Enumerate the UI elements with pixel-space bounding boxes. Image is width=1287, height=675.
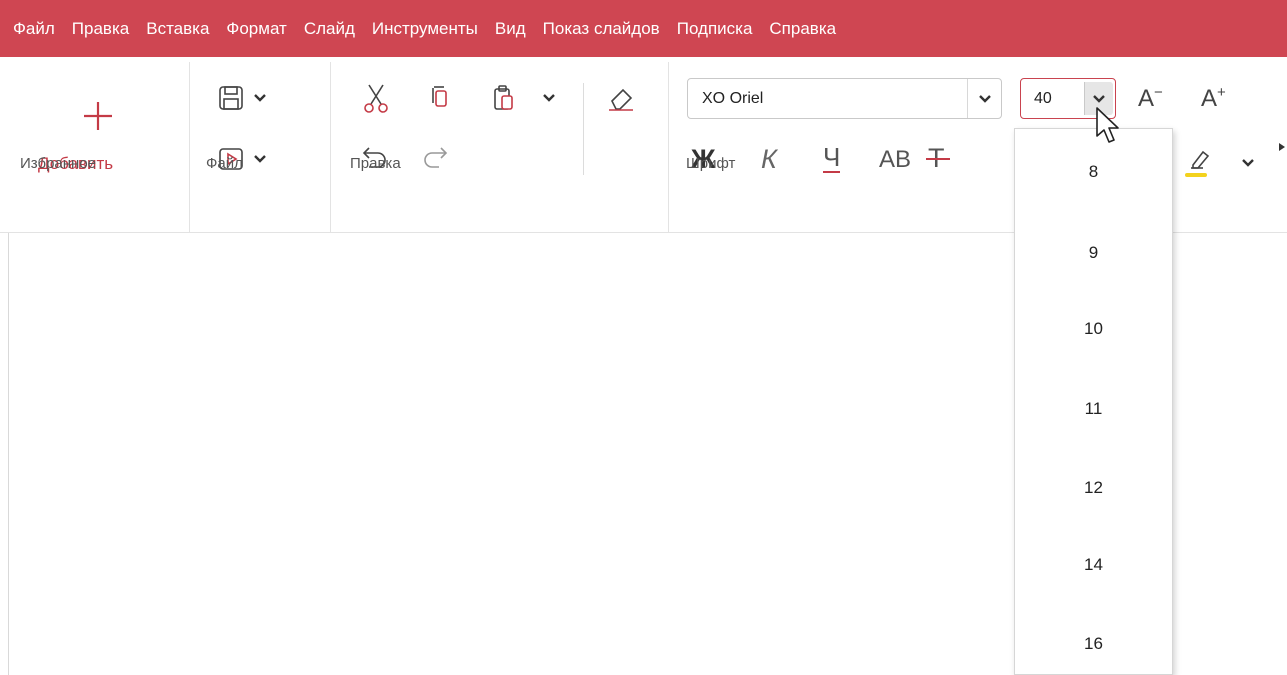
menu-format[interactable]: Формат — [226, 19, 286, 39]
group-label-edit: Правка — [350, 155, 401, 172]
menu-file[interactable]: Файл — [13, 19, 55, 39]
scissors-icon — [364, 84, 388, 113]
group-divider — [330, 62, 331, 233]
clear-format-button[interactable] — [605, 82, 637, 114]
font-size-dropdown-list: 8 9 10 11 12 14 16 — [1014, 128, 1173, 675]
font-size-value: 40 — [1034, 89, 1052, 107]
group-label-font: Шрифт — [686, 155, 736, 172]
slide-panel-border — [8, 233, 9, 675]
eraser-icon — [609, 88, 633, 111]
paste-dropdown[interactable] — [539, 88, 559, 108]
decrease-font-label: A — [1138, 85, 1155, 112]
underline-button[interactable]: Ч — [823, 144, 841, 173]
menu-bar: Файл Правка Вставка Формат Слайд Инструм… — [0, 0, 1287, 57]
group-divider — [189, 62, 190, 233]
group-label-file: Файл — [206, 155, 243, 172]
menu-subscription[interactable]: Подписка — [677, 19, 753, 39]
strike-line — [926, 158, 950, 160]
separator — [583, 83, 584, 175]
font-size-option[interactable]: 11 — [1015, 399, 1172, 419]
group-label-favorites: Избранное — [20, 155, 97, 172]
menu-edit[interactable]: Правка — [72, 19, 129, 39]
highlight-dropdown[interactable] — [1238, 153, 1258, 173]
clipboard-icon — [494, 85, 513, 110]
increase-font-button[interactable]: A+ — [1201, 84, 1226, 113]
chevron-down-icon — [978, 94, 991, 103]
menu-help[interactable]: Справка — [769, 19, 836, 39]
ribbon-scroll-right[interactable] — [1275, 140, 1287, 154]
menu-tools[interactable]: Инструменты — [372, 19, 478, 39]
font-size-option[interactable]: 9 — [1015, 243, 1172, 263]
redo-icon — [424, 147, 448, 168]
font-size-option[interactable]: 16 — [1015, 634, 1172, 654]
save-dropdown[interactable] — [250, 88, 270, 108]
chevron-down-icon — [1093, 94, 1105, 103]
arrow-icon — [1279, 143, 1285, 151]
caps-button[interactable]: AB — [879, 146, 911, 174]
save-button[interactable] — [215, 82, 247, 114]
menu-insert[interactable]: Вставка — [146, 19, 209, 39]
font-size-option[interactable]: 14 — [1015, 555, 1172, 575]
font-name-value: XO Oriel — [702, 89, 764, 107]
mouse-cursor-icon — [1096, 107, 1119, 143]
italic-button[interactable]: К — [761, 144, 777, 175]
font-size-option[interactable]: 8 — [1015, 162, 1172, 182]
copy-icon — [432, 86, 447, 107]
chevron-down-icon — [1242, 159, 1254, 167]
plus-icon — [84, 102, 112, 130]
increase-font-label: A — [1201, 85, 1218, 112]
menu-slideshow[interactable]: Показ слайдов — [543, 19, 660, 39]
paste-button[interactable] — [488, 82, 520, 114]
decrease-font-button[interactable]: A− — [1138, 84, 1163, 113]
save-icon — [219, 86, 243, 110]
font-size-option[interactable]: 12 — [1015, 478, 1172, 498]
group-divider — [668, 62, 669, 233]
chevron-down-icon — [254, 155, 266, 163]
redo-button[interactable] — [418, 143, 452, 173]
highlight-button[interactable] — [1180, 142, 1218, 180]
chevron-down-icon — [254, 94, 266, 102]
menu-view[interactable]: Вид — [495, 19, 526, 39]
chevron-down-icon — [543, 94, 555, 102]
cut-button[interactable] — [360, 82, 392, 114]
font-name-field[interactable]: XO Oriel — [687, 78, 1002, 119]
copy-button[interactable] — [424, 82, 456, 114]
font-size-option[interactable]: 10 — [1015, 319, 1172, 339]
highlighter-icon — [1185, 150, 1210, 177]
menu-slide[interactable]: Слайд — [304, 19, 355, 39]
font-name-dropdown[interactable] — [967, 79, 1001, 118]
strikethrough-button[interactable]: Т — [926, 143, 950, 174]
present-dropdown[interactable] — [250, 149, 270, 169]
